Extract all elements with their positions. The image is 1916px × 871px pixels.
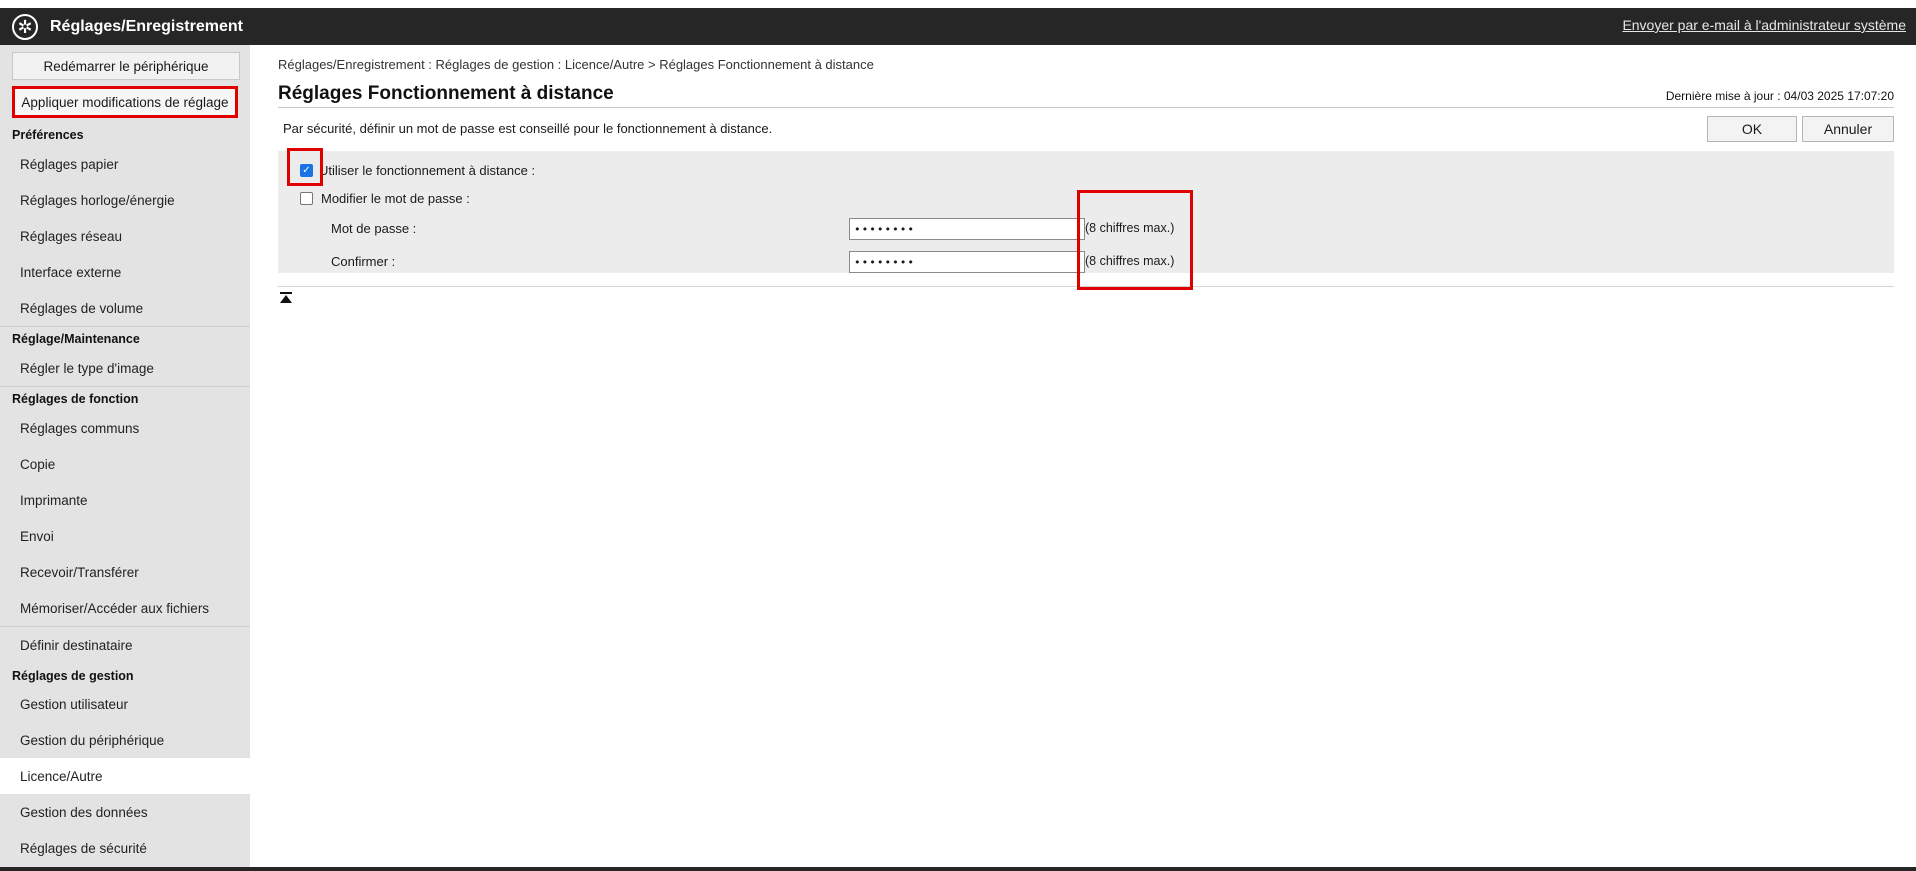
use-remote-label: Utiliser le fonctionnement à distance : [319,163,536,178]
app-title: Réglages/Enregistrement [50,17,243,35]
sidebar-item-user-management[interactable]: Gestion utilisateur [0,686,250,722]
use-remote-row: ✓ Utiliser le fonctionnement à distance … [300,163,535,178]
change-password-label: Modifier le mot de passe : [321,191,470,206]
email-admin-link[interactable]: Envoyer par e-mail à l'administrateur sy… [1622,17,1906,33]
sidebar-item-store-access-files[interactable]: Mémoriser/Accéder aux fichiers [0,590,250,626]
sidebar-item-device-management[interactable]: Gestion du périphérique [0,722,250,758]
sidebar-item-set-destination[interactable]: Définir destinataire [0,627,250,663]
confirm-label: Confirmer : [331,254,396,269]
last-update-timestamp: Dernière mise à jour : 04/03 2025 17:07:… [1665,89,1894,103]
sidebar-item-volume[interactable]: Réglages de volume [0,290,250,326]
sidebar-item-send[interactable]: Envoi [0,518,250,554]
sidebar-item-license-other[interactable]: Licence/Autre [0,758,250,794]
sidebar-item-security-settings[interactable]: Réglages de sécurité [0,830,250,866]
main-content: Réglages/Enregistrement : Réglages de ge… [250,45,1916,867]
sidebar-item-copy[interactable]: Copie [0,446,250,482]
sidebar-item-data-management[interactable]: Gestion des données [0,794,250,830]
back-to-top-icon[interactable] [280,292,292,304]
section-adjustment-maintenance: Réglage/Maintenance [12,332,140,346]
sidebar-divider [0,386,250,387]
sidebar-item-paper[interactable]: Réglages papier [0,146,250,182]
apply-changes-button[interactable]: Appliquer modifications de réglage [12,86,238,118]
section-management-settings: Réglages de gestion [12,669,134,683]
ok-button[interactable]: OK [1707,116,1797,142]
change-password-row: Modifier le mot de passe : [300,191,470,206]
sidebar-item-network[interactable]: Réglages réseau [0,218,250,254]
breadcrumb: Réglages/Enregistrement : Réglages de ge… [278,57,874,72]
sidebar-item-external-interface[interactable]: Interface externe [0,254,250,290]
cancel-button[interactable]: Annuler [1802,116,1894,142]
sidebar-item-common-settings[interactable]: Réglages communs [0,410,250,446]
sidebar: Redémarrer le périphérique Appliquer mod… [0,45,250,867]
restart-device-button[interactable]: Redémarrer le périphérique [12,52,240,80]
sidebar-item-clock-energy[interactable]: Réglages horloge/énergie [0,182,250,218]
sidebar-item-image-type[interactable]: Régler le type d'image [0,350,250,386]
top-bar: ✲ Réglages/Enregistrement Envoyer par e-… [0,8,1916,45]
confirm-password-input[interactable]: •••••••• [849,251,1085,273]
section-function-settings: Réglages de fonction [12,392,139,406]
highlight-checkbox [287,148,323,186]
title-divider [278,107,1894,108]
section-preferences: Préférences [12,128,84,142]
password-label: Mot de passe : [331,221,417,236]
top-strip [0,0,1916,8]
highlight-hints [1077,190,1193,290]
sidebar-item-receive-forward[interactable]: Recevoir/Transférer [0,554,250,590]
sidebar-divider [0,326,250,327]
bottom-bar [0,867,1916,871]
security-notice: Par sécurité, définir un mot de passe es… [283,121,773,136]
password-input[interactable]: •••••••• [849,218,1085,240]
page-title: Réglages Fonctionnement à distance [278,83,614,104]
settings-wheel-icon: ✲ [12,13,38,40]
sidebar-item-printer[interactable]: Imprimante [0,482,250,518]
change-password-checkbox[interactable] [300,192,313,205]
